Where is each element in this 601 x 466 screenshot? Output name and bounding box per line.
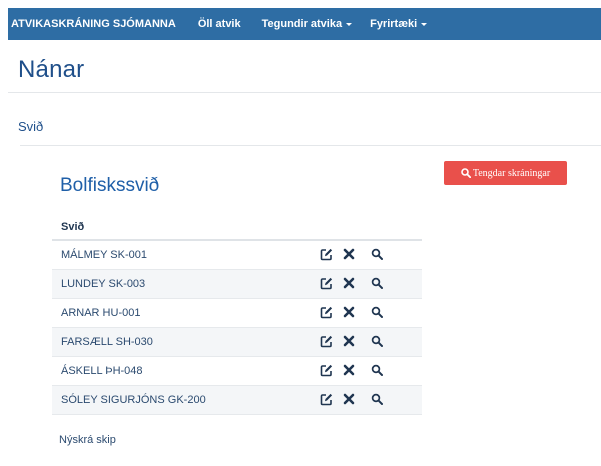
title-divider — [8, 92, 601, 93]
nav-item-label: Öll atvik — [197, 18, 241, 30]
edit-icon[interactable] — [320, 306, 334, 320]
search-icon[interactable] — [371, 248, 385, 262]
navbar-brand[interactable]: ATVIKASKRÁNING SJÓMANNA — [11, 18, 176, 30]
section-label: Svið — [18, 119, 44, 134]
table-row: LUNDEY SK-003 — [52, 270, 422, 299]
table-header: Svið — [52, 214, 422, 241]
search-icon[interactable] — [371, 306, 385, 320]
close-icon[interactable] — [343, 364, 357, 378]
table-row: MÁLMEY SK-001 — [52, 241, 422, 270]
edit-icon[interactable] — [320, 277, 334, 291]
search-icon — [461, 168, 471, 178]
search-icon[interactable] — [371, 277, 385, 291]
search-icon[interactable] — [371, 393, 385, 407]
vessel-name: SÓLEY SIGURJÓNS GK-200 — [61, 394, 206, 406]
table-row: ARNAR HU-001 — [52, 299, 422, 328]
table-row: SÓLEY SIGURJÓNS GK-200 — [52, 386, 422, 415]
close-icon[interactable] — [343, 393, 357, 407]
nav-item-incident-types[interactable]: Tegundir atvika — [261, 18, 353, 30]
caret-down-icon — [346, 22, 353, 26]
close-icon[interactable] — [343, 277, 357, 291]
related-records-button[interactable]: Tengdar skráningar — [444, 161, 567, 185]
page-title: Nánar — [18, 56, 85, 83]
close-icon[interactable] — [343, 335, 357, 349]
edit-icon[interactable] — [320, 364, 334, 378]
nav-item-all-incidents[interactable]: Öll atvik — [198, 18, 241, 30]
nav-item-label: Fyrirtæki — [370, 18, 418, 30]
top-navbar: ATVIKASKRÁNING SJÓMANNA Öll atvik Tegund… — [8, 8, 601, 40]
vessel-name: ÁSKELL ÞH-048 — [61, 365, 143, 377]
edit-icon[interactable] — [320, 393, 334, 407]
section-divider — [20, 145, 601, 146]
search-icon[interactable] — [371, 335, 385, 349]
edit-icon[interactable] — [320, 335, 334, 349]
related-records-label: Tengdar skráningar — [472, 167, 551, 179]
column-header-department: Svið — [61, 220, 85, 233]
table-row: FARSÆLL SH-030 — [52, 328, 422, 357]
vessel-table: Svið MÁLMEY SK-001 LUNDEY SK-003 ARNAR HU-… — [52, 214, 422, 415]
vessel-name: ARNAR HU-001 — [61, 307, 141, 319]
vessel-name: FARSÆLL SH-030 — [61, 336, 153, 348]
caret-down-icon — [421, 22, 428, 26]
nav-item-companies[interactable]: Fyrirtæki — [370, 18, 428, 30]
nav-item-label: Tegundir atvika — [261, 18, 343, 30]
vessel-name: MÁLMEY SK-001 — [61, 249, 148, 261]
edit-icon[interactable] — [320, 248, 334, 262]
vessel-name: LUNDEY SK-003 — [61, 278, 146, 290]
top-margin — [0, 0, 601, 8]
table-row: ÁSKELL ÞH-048 — [52, 357, 422, 386]
close-icon[interactable] — [343, 248, 357, 262]
close-icon[interactable] — [343, 306, 357, 320]
search-icon[interactable] — [371, 364, 385, 378]
department-title: Bolfiskssvið — [60, 175, 160, 196]
register-ship-link[interactable]: Nýskrá skip — [59, 434, 116, 446]
